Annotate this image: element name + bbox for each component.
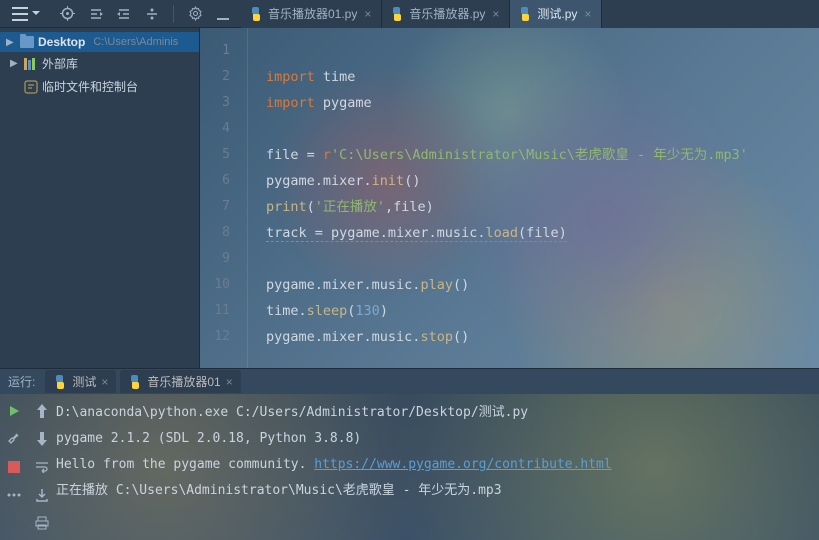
project-sidebar: ▶ Desktop C:\Users\Adminis ▶ 外部库 临时文件和控制… bbox=[0, 28, 200, 368]
chevron-right-icon: ▶ bbox=[10, 58, 20, 69]
line-gutter: 123456789101112 bbox=[200, 28, 245, 368]
code-line: print('正在播放',file) bbox=[266, 194, 819, 220]
chevron-right-icon: ▶ bbox=[6, 37, 16, 48]
code-line: pygame.mixer.music.stop() bbox=[266, 324, 819, 350]
close-icon[interactable]: × bbox=[101, 375, 108, 389]
scratches-item[interactable]: 临时文件和控制台 bbox=[0, 75, 199, 98]
gear-icon[interactable] bbox=[188, 6, 203, 21]
rerun-icon[interactable] bbox=[5, 402, 23, 420]
run-panel-tabs: 运行: 测试 × 音乐播放器01 × bbox=[0, 368, 819, 394]
print-icon[interactable] bbox=[33, 514, 51, 532]
divide-icon[interactable] bbox=[145, 7, 159, 21]
code-line: pygame.mixer.init() bbox=[266, 168, 819, 194]
more-icon[interactable] bbox=[5, 486, 23, 504]
library-icon bbox=[24, 58, 38, 70]
minimize-icon[interactable] bbox=[217, 8, 229, 20]
run-tab-label: 音乐播放器01 bbox=[147, 373, 220, 390]
scratches-label: 临时文件和控制台 bbox=[42, 78, 138, 95]
main-menu-button[interactable] bbox=[0, 0, 48, 27]
arrow-up-icon[interactable] bbox=[33, 402, 51, 420]
scratch-icon bbox=[24, 80, 38, 94]
tab-label: 音乐播放器01.py bbox=[268, 5, 357, 22]
chevron-down-icon bbox=[32, 11, 40, 16]
collapse-icon[interactable] bbox=[89, 7, 103, 21]
code-line bbox=[266, 38, 819, 64]
run-tab[interactable]: 测试 × bbox=[45, 370, 116, 393]
arrow-down-icon[interactable] bbox=[33, 430, 51, 448]
editor-tab-bar: 音乐播放器01.py × 音乐播放器.py × 测试.py × bbox=[241, 0, 819, 28]
editor-tab[interactable]: 音乐播放器.py × bbox=[382, 0, 510, 28]
python-file-icon bbox=[128, 375, 142, 389]
export-icon[interactable] bbox=[33, 486, 51, 504]
code-line: import time bbox=[266, 64, 819, 90]
code-editor[interactable]: 123456789101112 import timeimport pygame… bbox=[200, 28, 819, 368]
wrench-icon[interactable] bbox=[5, 430, 23, 448]
code-area[interactable]: import timeimport pygame file = r'C:\Use… bbox=[248, 28, 819, 368]
run-panel-label: 运行: bbox=[8, 373, 43, 390]
code-line: import pygame bbox=[266, 90, 819, 116]
project-name: Desktop bbox=[38, 35, 85, 49]
separator bbox=[173, 5, 174, 23]
python-file-icon bbox=[53, 375, 67, 389]
close-icon[interactable]: × bbox=[582, 7, 593, 21]
code-line bbox=[266, 246, 819, 272]
stop-icon[interactable] bbox=[5, 458, 23, 476]
run-toolbar bbox=[0, 394, 56, 540]
console-output[interactable]: D:\anaconda\python.exe C:/Users/Administ… bbox=[56, 394, 819, 540]
code-line: file = r'C:\Users\Administrator\Music\老虎… bbox=[266, 142, 819, 168]
editor-tab[interactable]: 测试.py × bbox=[510, 0, 602, 28]
folder-icon bbox=[20, 36, 34, 48]
output-line: 正在播放 C:\Users\Administrator\Music\老虎歌皇 -… bbox=[56, 478, 819, 504]
project-root-item[interactable]: ▶ Desktop C:\Users\Adminis bbox=[0, 32, 199, 52]
python-file-icon bbox=[518, 7, 532, 21]
code-line: time.sleep(130) bbox=[266, 298, 819, 324]
external-libs-label: 外部库 bbox=[42, 55, 78, 72]
run-tab[interactable]: 音乐播放器01 × bbox=[120, 370, 240, 393]
python-file-icon bbox=[249, 7, 263, 21]
close-icon[interactable]: × bbox=[226, 375, 233, 389]
code-line: pygame.mixer.music.play() bbox=[266, 272, 819, 298]
hamburger-icon bbox=[12, 7, 28, 21]
run-output-panel: D:\anaconda\python.exe C:/Users/Administ… bbox=[0, 394, 819, 540]
external-libs-item[interactable]: ▶ 外部库 bbox=[0, 52, 199, 75]
code-line bbox=[266, 116, 819, 142]
python-file-icon bbox=[390, 7, 404, 21]
code-line: track = pygame.mixer.music.load(file) bbox=[266, 220, 819, 246]
top-toolbar: 音乐播放器01.py × 音乐播放器.py × 测试.py × bbox=[0, 0, 819, 28]
tab-label: 测试.py bbox=[537, 5, 577, 22]
expand-icon[interactable] bbox=[117, 7, 131, 21]
target-icon[interactable] bbox=[60, 6, 75, 21]
tab-label: 音乐播放器.py bbox=[409, 5, 485, 22]
output-line: pygame 2.1.2 (SDL 2.0.18, Python 3.8.8) bbox=[56, 426, 819, 452]
output-line: Hello from the pygame community. https:/… bbox=[56, 452, 819, 478]
close-icon[interactable]: × bbox=[362, 7, 373, 21]
project-path: C:\Users\Adminis bbox=[93, 36, 178, 48]
output-link[interactable]: https://www.pygame.org/contribute.html bbox=[314, 457, 611, 472]
run-tab-label: 测试 bbox=[72, 373, 96, 390]
soft-wrap-icon[interactable] bbox=[33, 458, 51, 476]
output-line: D:\anaconda\python.exe C:/Users/Administ… bbox=[56, 400, 819, 426]
close-icon[interactable]: × bbox=[490, 7, 501, 21]
editor-tab[interactable]: 音乐播放器01.py × bbox=[241, 0, 382, 28]
